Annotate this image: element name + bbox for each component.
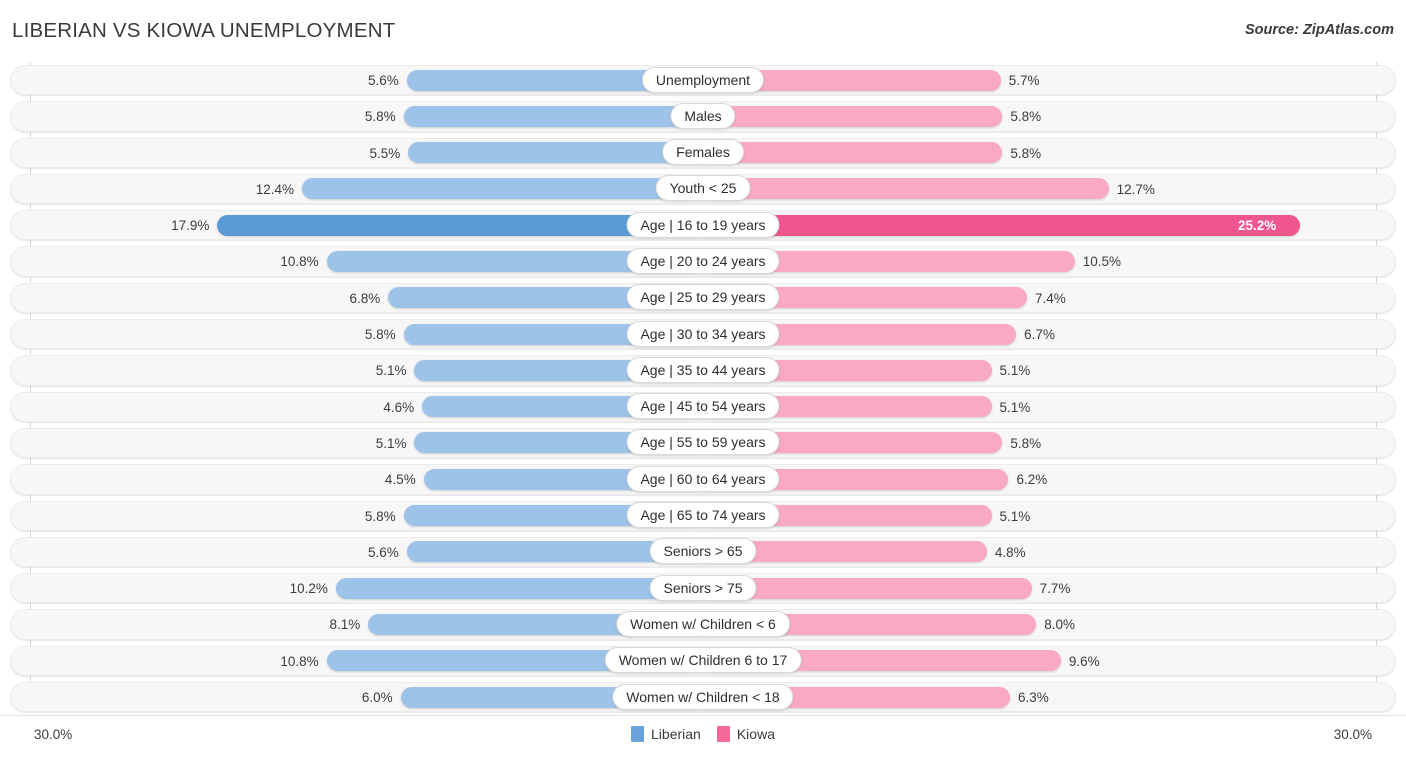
bar-kiowa bbox=[703, 105, 1003, 127]
value-label-liberian: 6.0% bbox=[361, 690, 393, 706]
category-label[interactable]: Males bbox=[670, 102, 736, 129]
bar-rows-container: 5.6% 5.7% Unemployment 5.8% 5.8% Males 5.5% 5.8… bbox=[0, 62, 1406, 715]
value-label-kiowa: 12.7% bbox=[1116, 181, 1155, 197]
category-label[interactable]: Seniors > 65 bbox=[649, 538, 757, 565]
value-label-kiowa: 6.3% bbox=[1018, 690, 1049, 706]
category-label[interactable]: Age | 55 to 59 years bbox=[626, 429, 780, 456]
value-label-kiowa: 5.8% bbox=[1010, 145, 1042, 161]
table-row[interactable]: 6.8% 7.4% Age | 25 to 29 years bbox=[0, 280, 1406, 316]
chart-root: LIBERIAN VS KIOWA UNEMPLOYMENT Source: Z… bbox=[0, 0, 1406, 757]
table-row[interactable]: 10.8% 9.6% Women w/ Children 6 to 17 bbox=[0, 643, 1406, 679]
value-label-liberian: 8.1% bbox=[329, 617, 361, 633]
bar-kiowa bbox=[703, 142, 1003, 164]
value-label-liberian: 10.8% bbox=[280, 653, 319, 669]
value-label-liberian: 4.5% bbox=[384, 472, 416, 488]
legend-swatch-icon bbox=[631, 726, 645, 742]
table-row[interactable]: 10.8% 10.5% Age | 20 to 24 years bbox=[0, 243, 1406, 279]
value-label-liberian: 4.6% bbox=[383, 399, 415, 415]
category-label[interactable]: Women w/ Children < 6 bbox=[616, 610, 790, 637]
category-label[interactable]: Women w/ Children 6 to 17 bbox=[604, 647, 802, 674]
bar-liberian bbox=[335, 577, 703, 599]
plot-area: 5.6% 5.7% Unemployment 5.8% 5.8% Males 5.5% 5.8… bbox=[0, 62, 1406, 715]
category-label[interactable]: Unemployment bbox=[641, 66, 765, 93]
table-row[interactable]: 4.6% 5.1% Age | 45 to 54 years bbox=[0, 389, 1406, 425]
value-label-liberian: 5.8% bbox=[364, 109, 396, 125]
table-row[interactable]: 4.5% 6.2% Age | 60 to 64 years bbox=[0, 461, 1406, 497]
value-label-kiowa: 6.2% bbox=[1016, 472, 1048, 488]
value-label-kiowa: 5.8% bbox=[1010, 435, 1042, 451]
category-label[interactable]: Women w/ Children < 18 bbox=[612, 683, 794, 710]
value-label-liberian: 12.4% bbox=[255, 181, 295, 197]
table-row[interactable]: 5.6% 4.8% Seniors > 65 bbox=[0, 534, 1406, 570]
value-label-liberian: 5.1% bbox=[375, 363, 407, 379]
category-label[interactable]: Age | 30 to 34 years bbox=[626, 320, 780, 347]
value-label-kiowa: 5.1% bbox=[999, 363, 1031, 379]
page-title: LIBERIAN VS KIOWA UNEMPLOYMENT bbox=[12, 19, 396, 42]
bar-liberian bbox=[302, 178, 703, 200]
table-row[interactable]: 5.6% 5.7% Unemployment bbox=[0, 62, 1406, 98]
legend-swatch-icon bbox=[716, 726, 730, 742]
value-label-kiowa: 7.7% bbox=[1039, 581, 1071, 597]
value-label-kiowa: 5.8% bbox=[1010, 109, 1042, 125]
bar-kiowa bbox=[703, 178, 1109, 200]
value-label-kiowa: 4.8% bbox=[994, 544, 1026, 560]
value-label-liberian: 5.8% bbox=[364, 508, 396, 524]
legend-kiowa[interactable]: Kiowa bbox=[716, 726, 775, 742]
value-label-kiowa: 10.5% bbox=[1082, 254, 1121, 270]
bar-liberian bbox=[408, 142, 703, 164]
category-label[interactable]: Age | 35 to 44 years bbox=[626, 356, 780, 383]
value-label-kiowa: 9.6% bbox=[1068, 653, 1100, 669]
chart-header: LIBERIAN VS KIOWA UNEMPLOYMENT Source: Z… bbox=[0, 0, 1406, 62]
table-row[interactable]: 12.4% 12.7% Youth < 25 bbox=[0, 171, 1406, 207]
value-label-liberian: 6.8% bbox=[349, 290, 381, 306]
value-label-kiowa: 25.2% bbox=[1238, 218, 1277, 234]
value-label-kiowa: 7.4% bbox=[1034, 290, 1066, 306]
category-label[interactable]: Youth < 25 bbox=[655, 175, 751, 202]
value-label-kiowa: 5.7% bbox=[1008, 73, 1040, 88]
chart-footer: 30.0% 30.0% Liberian Kiowa bbox=[0, 715, 1406, 757]
value-label-kiowa: 5.1% bbox=[999, 399, 1031, 415]
category-label[interactable]: Age | 16 to 19 years bbox=[626, 211, 780, 238]
table-row[interactable]: 5.8% 6.7% Age | 30 to 34 years bbox=[0, 316, 1406, 352]
category-label[interactable]: Age | 25 to 29 years bbox=[626, 284, 780, 311]
category-label[interactable]: Females bbox=[662, 139, 744, 166]
table-row[interactable]: 8.1% 8.0% Women w/ Children < 6 bbox=[0, 606, 1406, 642]
legend-label: Kiowa bbox=[736, 726, 775, 742]
table-row[interactable]: 5.8% 5.8% Males bbox=[0, 98, 1406, 134]
value-label-liberian: 5.6% bbox=[367, 73, 399, 88]
value-label-liberian: 5.6% bbox=[367, 544, 399, 560]
value-label-liberian: 10.2% bbox=[289, 581, 328, 597]
category-label[interactable]: Age | 65 to 74 years bbox=[626, 502, 780, 529]
value-label-liberian: 5.8% bbox=[364, 327, 396, 343]
category-label[interactable]: Age | 45 to 54 years bbox=[626, 393, 780, 420]
value-label-kiowa: 5.1% bbox=[999, 508, 1031, 524]
table-row[interactable]: 5.5% 5.8% Females bbox=[0, 135, 1406, 171]
source-attribution: Source: ZipAtlas.com bbox=[1244, 22, 1394, 38]
legend-label: Liberian bbox=[651, 726, 701, 742]
category-label[interactable]: Age | 20 to 24 years bbox=[626, 247, 780, 274]
table-row[interactable]: 5.1% 5.1% Age | 35 to 44 years bbox=[0, 352, 1406, 388]
value-label-liberian: 10.8% bbox=[280, 254, 319, 270]
chart-legend: Liberian Kiowa bbox=[0, 726, 1406, 742]
category-label[interactable]: Age | 60 to 64 years bbox=[626, 465, 780, 492]
bar-kiowa bbox=[703, 214, 1300, 236]
value-label-kiowa: 6.7% bbox=[1024, 327, 1055, 343]
table-row[interactable]: 5.1% 5.8% Age | 55 to 59 years bbox=[0, 425, 1406, 461]
legend-liberian[interactable]: Liberian bbox=[631, 726, 701, 742]
table-row[interactable]: 5.8% 5.1% Age | 65 to 74 years bbox=[0, 498, 1406, 534]
value-label-liberian: 5.5% bbox=[369, 145, 401, 161]
table-row[interactable]: 6.0% 6.3% Women w/ Children < 18 bbox=[0, 679, 1406, 715]
value-label-liberian: 17.9% bbox=[171, 218, 210, 234]
bar-liberian bbox=[403, 105, 703, 127]
value-label-liberian: 5.1% bbox=[375, 435, 407, 451]
category-label[interactable]: Seniors > 75 bbox=[649, 574, 757, 601]
table-row[interactable]: 17.9% 25.2% Age | 16 to 19 years bbox=[0, 207, 1406, 243]
table-row[interactable]: 10.2% 7.7% Seniors > 75 bbox=[0, 570, 1406, 606]
value-label-kiowa: 8.0% bbox=[1044, 617, 1075, 633]
